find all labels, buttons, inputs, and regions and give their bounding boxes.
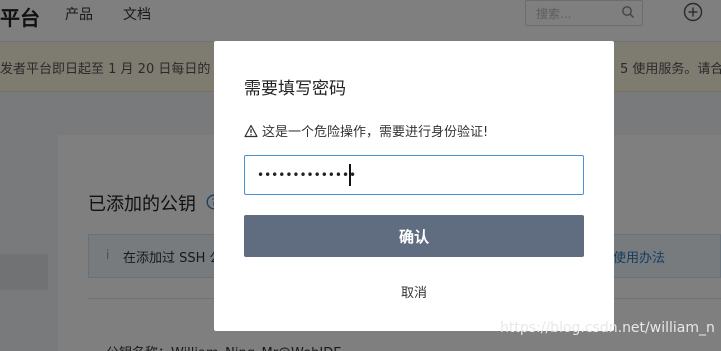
cancel-button[interactable]: 取消 — [214, 282, 614, 301]
warning-icon — [244, 124, 258, 138]
text-caret — [349, 164, 351, 186]
confirm-button[interactable]: 确认 — [244, 215, 584, 257]
dialog-title: 需要填写密码 — [244, 79, 346, 99]
password-dialog: 需要填写密码 这是一个危险操作，需要进行身份验证! 确认 取消 — [214, 41, 614, 331]
warning-text: 这是一个危险操作，需要进行身份验证! — [262, 125, 489, 140]
watermark-text: https://blog.csdn.net/william_n — [500, 320, 715, 336]
password-input[interactable] — [244, 155, 584, 195]
